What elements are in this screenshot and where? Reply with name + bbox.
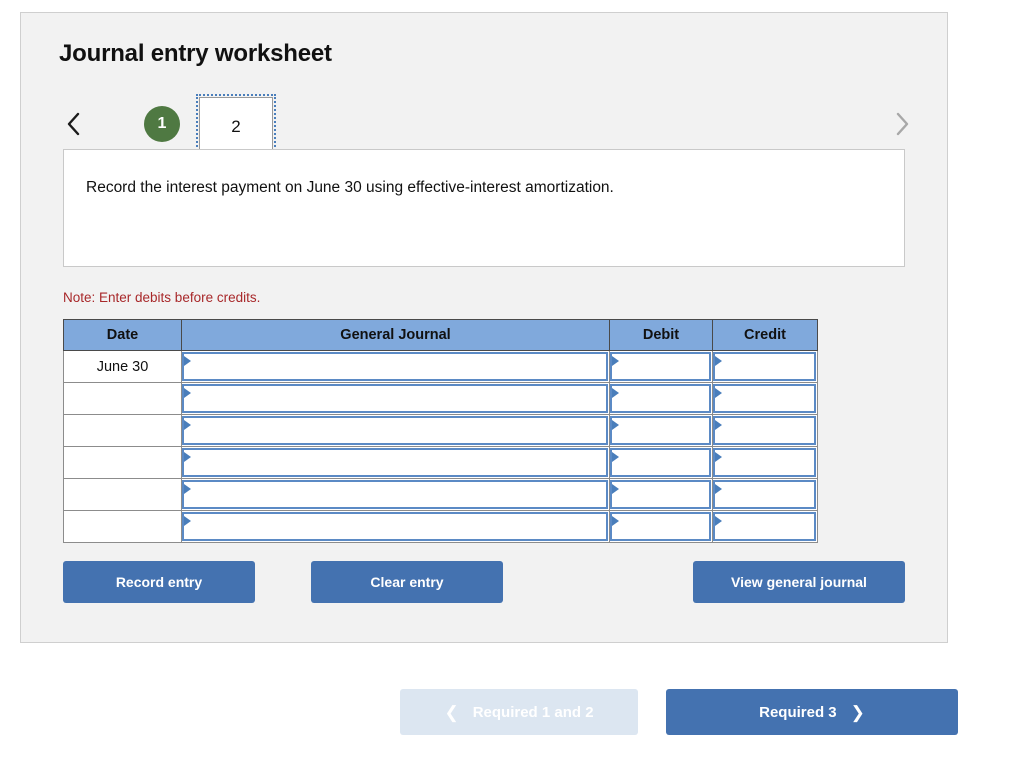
table-row <box>63 382 818 415</box>
table-row <box>63 446 818 479</box>
date-cell[interactable] <box>63 382 182 415</box>
date-cell: June 30 <box>63 350 182 383</box>
tab-prev-button[interactable] <box>59 107 89 141</box>
instruction-text: Record the interest payment on June 30 u… <box>86 179 614 196</box>
record-entry-button[interactable]: Record entry <box>63 561 255 603</box>
chevron-left-icon: ❮ <box>444 702 459 722</box>
general-journal-cell[interactable] <box>181 382 610 415</box>
clear-entry-button[interactable]: Clear entry <box>311 561 503 603</box>
clear-entry-label: Clear entry <box>370 574 444 590</box>
credit-input[interactable] <box>713 480 816 509</box>
credit-cell[interactable] <box>712 350 818 383</box>
table-row <box>63 478 818 511</box>
chevron-right-icon: ❯ <box>850 702 865 722</box>
chevron-right-icon <box>894 111 910 137</box>
record-entry-label: Record entry <box>115 574 203 590</box>
debits-before-credits-note: Note: Enter debits before credits. <box>63 290 261 305</box>
tab-2[interactable]: 2 <box>196 94 276 158</box>
credit-cell[interactable] <box>712 510 818 543</box>
general-journal-cell[interactable] <box>181 510 610 543</box>
credit-cell[interactable] <box>712 382 818 415</box>
general-journal-cell[interactable] <box>181 446 610 479</box>
journal-table-body: June 30 <box>63 350 818 543</box>
credit-input[interactable] <box>713 512 816 541</box>
table-row <box>63 510 818 543</box>
debit-cell[interactable] <box>609 414 713 447</box>
screenshot-root: Journal entry worksheet 1 2 Record the i… <box>0 0 1024 774</box>
date-cell[interactable] <box>63 478 182 511</box>
general-journal-input[interactable] <box>182 480 608 509</box>
view-general-journal-button[interactable]: View general journal <box>693 561 905 603</box>
date-cell[interactable] <box>63 510 182 543</box>
column-header-general-journal: General Journal <box>181 319 610 351</box>
column-header-date: Date <box>63 319 182 351</box>
required-3-label: Required 3 <box>759 703 837 721</box>
instruction-box: Record the interest payment on June 30 u… <box>63 149 905 267</box>
credit-cell[interactable] <box>712 414 818 447</box>
debit-cell[interactable] <box>609 478 713 511</box>
tab-1[interactable]: 1 <box>144 106 180 142</box>
debit-input[interactable] <box>610 384 711 413</box>
debit-input[interactable] <box>610 352 711 381</box>
debit-cell[interactable] <box>609 510 713 543</box>
page-title: Journal entry worksheet <box>59 40 332 67</box>
view-general-journal-label: View general journal <box>731 574 867 590</box>
debit-cell[interactable] <box>609 350 713 383</box>
table-header-row: Date General Journal Debit Credit <box>63 319 818 351</box>
debit-cell[interactable] <box>609 446 713 479</box>
worksheet-tabstrip: 1 2 <box>59 93 919 158</box>
column-header-debit: Debit <box>609 319 713 351</box>
date-cell[interactable] <box>63 446 182 479</box>
credit-input[interactable] <box>713 384 816 413</box>
table-row: June 30 <box>63 350 818 383</box>
general-journal-input[interactable] <box>182 512 608 541</box>
required-1-and-2-button[interactable]: ❮ Required 1 and 2 <box>400 689 638 735</box>
debit-input[interactable] <box>610 448 711 477</box>
tab-2-label: 2 <box>231 116 241 136</box>
tab-1-label: 1 <box>157 115 167 132</box>
general-journal-input[interactable] <box>182 416 608 445</box>
general-journal-cell[interactable] <box>181 350 610 383</box>
credit-cell[interactable] <box>712 478 818 511</box>
column-header-credit: Credit <box>712 319 818 351</box>
required-3-button[interactable]: Required 3 ❯ <box>666 689 958 735</box>
chevron-left-icon <box>66 111 82 137</box>
tab-next-button[interactable] <box>887 107 917 141</box>
debit-input[interactable] <box>610 480 711 509</box>
journal-entry-table: Date General Journal Debit Credit June 3… <box>63 319 818 543</box>
credit-input[interactable] <box>713 352 816 381</box>
general-journal-input[interactable] <box>182 352 608 381</box>
credit-cell[interactable] <box>712 446 818 479</box>
general-journal-input[interactable] <box>182 448 608 477</box>
required-1-and-2-label: Required 1 and 2 <box>472 703 594 721</box>
table-row <box>63 414 818 447</box>
debit-cell[interactable] <box>609 382 713 415</box>
debit-input[interactable] <box>610 416 711 445</box>
date-cell[interactable] <box>63 414 182 447</box>
debit-input[interactable] <box>610 512 711 541</box>
journal-entry-worksheet-panel: Journal entry worksheet 1 2 Record the i… <box>20 12 948 643</box>
credit-input[interactable] <box>713 448 816 477</box>
general-journal-input[interactable] <box>182 384 608 413</box>
general-journal-cell[interactable] <box>181 478 610 511</box>
general-journal-cell[interactable] <box>181 414 610 447</box>
credit-input[interactable] <box>713 416 816 445</box>
